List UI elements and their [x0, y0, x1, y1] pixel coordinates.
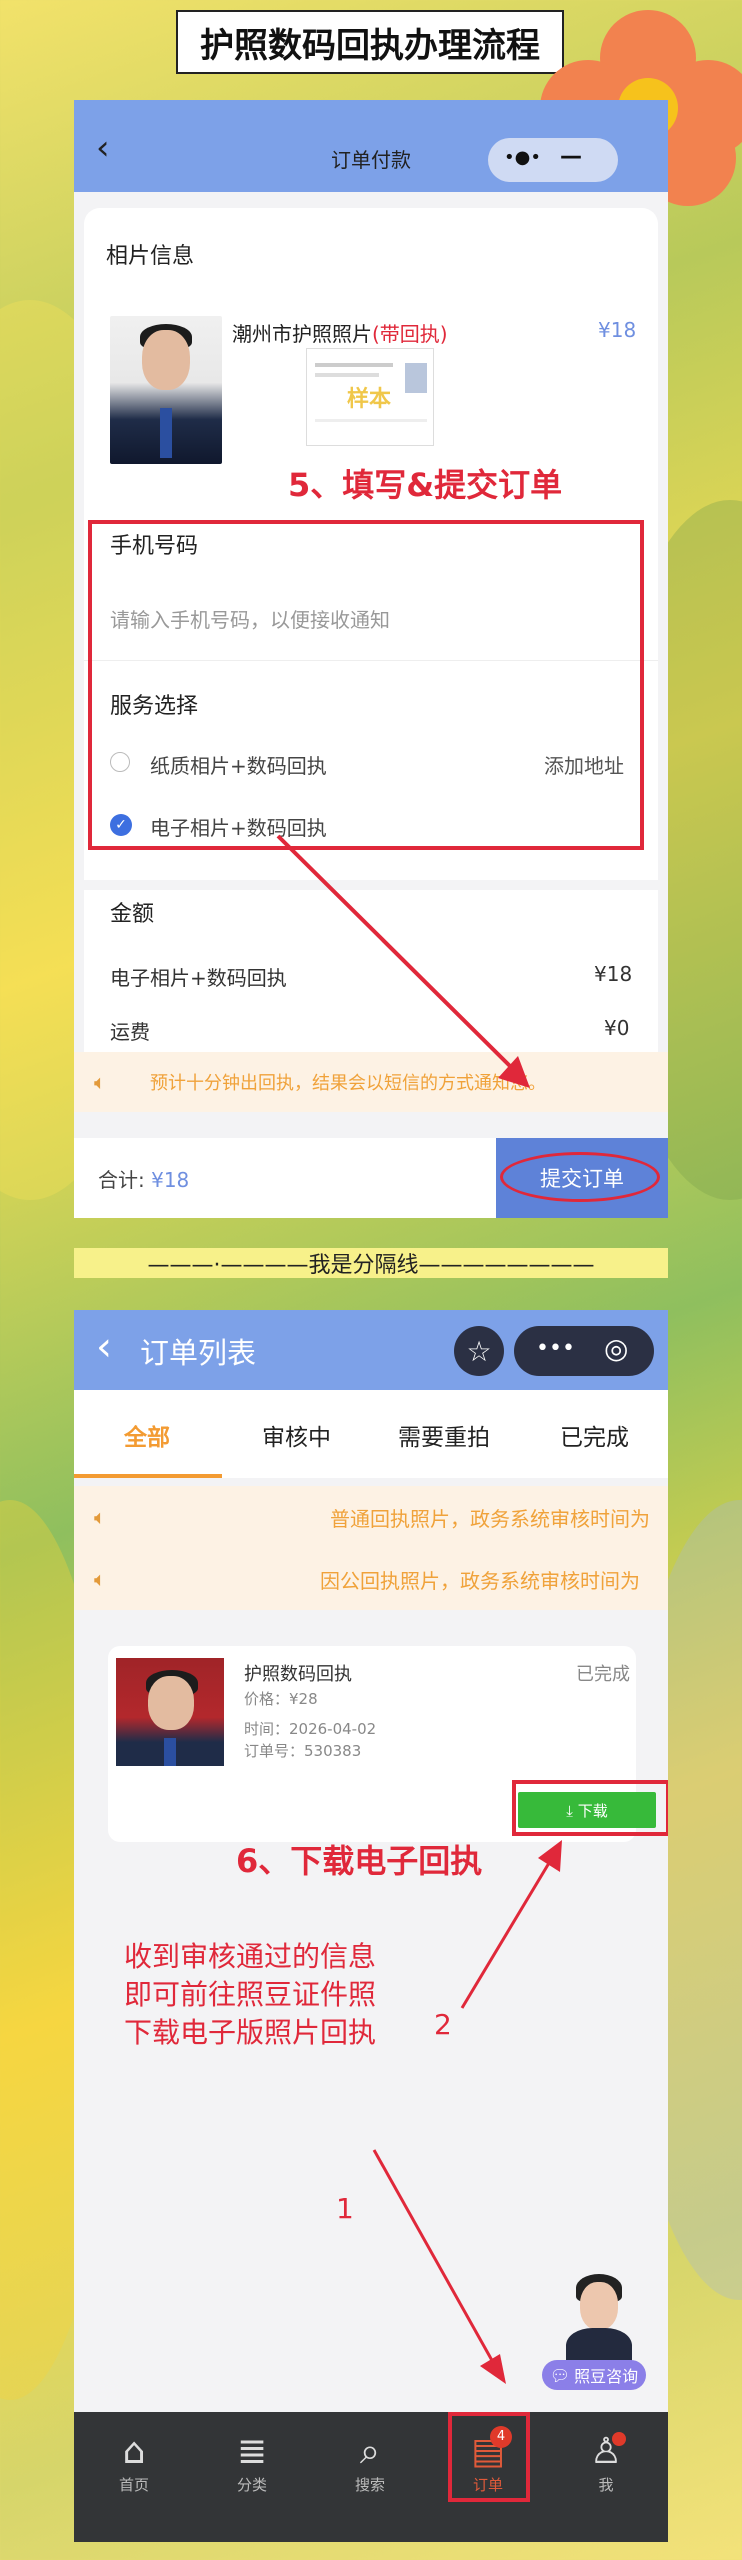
annotation-arrows: [372, 1840, 562, 2384]
annotation-arrow-submit: [276, 834, 530, 1088]
